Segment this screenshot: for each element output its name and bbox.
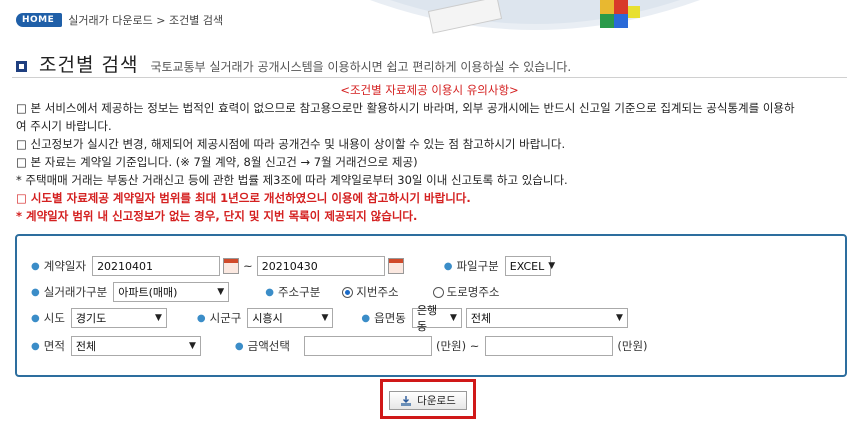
download-button[interactable]: 다운로드	[389, 391, 467, 410]
bullet-icon: ●	[265, 286, 274, 298]
chevron-down-icon: ▼	[321, 313, 329, 323]
bullet-icon: ●	[31, 340, 40, 352]
amount-from-input[interactable]	[303, 336, 432, 356]
page-subtitle: 국토교통부 실거래가 공개시스템을 이용하시면 쉽고 편리하게 이용하실 수 있…	[150, 60, 572, 74]
notice-line: □ 신고정보가 실시간 변경, 해제되어 제공시점에 따라 공개건수 및 내용이…	[16, 137, 566, 151]
address-radio-jibun[interactable]: 지번주소	[342, 284, 399, 300]
contract-date-label: 계약일자	[43, 259, 87, 273]
area-select[interactable]: 전체 ▼	[70, 336, 201, 356]
notice-line: 여 주시기 바랍니다.	[16, 119, 112, 133]
notice-heading: <조건별 자료제공 이용시 유의사항>	[340, 83, 519, 97]
row-contract-date: ● 계약일자 20210401 ~ 20210430 ● 파일구분 EXCEL …	[31, 256, 555, 276]
bullet-icon: ●	[31, 260, 40, 272]
bullet-icon: ●	[234, 340, 244, 352]
header-decoration-image	[370, 0, 700, 40]
download-button-label: 다운로드	[417, 395, 456, 407]
chevron-down-icon: ▼	[449, 313, 457, 323]
download-highlight-frame: 다운로드	[380, 379, 476, 419]
amount-label: 금액선택	[247, 339, 290, 353]
file-type-value: EXCEL	[509, 259, 545, 273]
notice-line-important: * 계약일자 범위 내 신고정보가 없는 경우, 단지 및 지번 목록이 제공되…	[16, 209, 418, 223]
date-from-input[interactable]: 20210401	[92, 256, 221, 276]
sigungu-select[interactable]: 시흥시 ▼	[247, 308, 334, 328]
row-region: ● 시도 경기도 ▼ ● 시군구 시흥시 ▼ ● 읍면동 은행동 ▼ 전체 ▼	[31, 304, 628, 333]
bullet-icon: ●	[443, 260, 453, 272]
sido-label: 시도	[43, 311, 65, 325]
title-divider	[12, 77, 847, 78]
chevron-down-icon: ▼	[548, 261, 556, 271]
bullet-icon: ●	[31, 286, 40, 298]
radio-selected-icon	[342, 286, 354, 298]
file-type-select[interactable]: EXCEL ▼	[504, 256, 555, 276]
notice-line: □ 본 서비스에서 제공하는 정보는 법적인 효력이 없으므로 참고용으로만 활…	[16, 101, 795, 115]
date-range-separator: ~	[243, 259, 253, 273]
address-option-jibun-label: 지번주소	[356, 285, 399, 299]
notice-line: □ 본 자료는 계약일 기준입니다. (※ 7월 계약, 8월 신고건 → 7월…	[16, 155, 418, 169]
title-row: 조건별 검색 국토교통부 실거래가 공개시스템을 이용하시면 쉽고 편리하게 이…	[16, 50, 571, 77]
notice-list: □ 본 서비스에서 제공하는 정보는 법적인 효력이 없으므로 참고용으로만 활…	[16, 99, 846, 225]
address-option-road-label: 도로명주소	[446, 285, 500, 299]
notice-line-important: □ 시도별 자료제공 계약일자 범위를 최대 1년으로 개선하였으니 이용에 참…	[16, 191, 471, 205]
chevron-down-icon: ▼	[188, 341, 196, 351]
address-type-label: 주소구분	[277, 285, 321, 299]
address-radio-road[interactable]: 도로명주소	[432, 284, 500, 300]
area-value: 전체	[75, 340, 97, 353]
chevron-down-icon: ▼	[217, 287, 225, 297]
calendar-icon[interactable]	[223, 258, 240, 274]
row-area-amount: ● 면적 전체 ▼ ● 금액선택 (만원) ~ (만원)	[31, 336, 648, 356]
eupmyeondong-select[interactable]: 은행동 ▼	[411, 304, 462, 333]
row-trade-type: ● 실거래가구분 아파트(매매) ▼ ● 주소구분 지번주소 도로명주소	[31, 282, 500, 302]
file-type-label: 파일구분	[456, 259, 499, 273]
area-label: 면적	[43, 339, 65, 353]
danji-select[interactable]: 전체 ▼	[465, 308, 628, 328]
title-marker-icon	[16, 61, 27, 72]
home-badge[interactable]: HOME	[16, 13, 63, 27]
amount-unit-to: (만원)	[617, 339, 648, 353]
radio-unselected-icon	[432, 286, 444, 298]
breadcrumb: HOME 실거래가 다운로드 > 조건별 검색	[16, 12, 223, 28]
sigungu-value: 시흥시	[252, 312, 283, 325]
search-panel: ● 계약일자 20210401 ~ 20210430 ● 파일구분 EXCEL …	[15, 234, 847, 377]
page-title: 조건별 검색	[39, 54, 139, 76]
amount-unit-from: (만원) ~	[435, 339, 480, 353]
eupmyeondong-label: 읍면동	[374, 311, 406, 325]
sigungu-label: 시군구	[209, 311, 242, 325]
breadcrumb-path: 실거래가 다운로드 > 조건별 검색	[68, 14, 224, 27]
danji-value: 전체	[470, 312, 492, 325]
trade-type-label: 실거래가구분	[43, 285, 108, 299]
sido-select[interactable]: 경기도 ▼	[70, 308, 167, 328]
chevron-down-icon: ▼	[154, 313, 162, 323]
bullet-icon: ●	[361, 312, 371, 324]
bullet-icon: ●	[31, 312, 40, 324]
download-icon	[400, 395, 412, 407]
amount-to-input[interactable]	[485, 336, 614, 356]
chevron-down-icon: ▼	[615, 313, 623, 323]
sido-value: 경기도	[75, 312, 107, 325]
trade-type-value: 아파트(매매)	[118, 286, 178, 299]
bullet-icon: ●	[196, 312, 206, 324]
eupmyeondong-value: 은행동	[416, 304, 438, 333]
notice-line: * 주택매매 거래는 부동산 거래신고 등에 관한 법률 제3조에 따라 계약일…	[16, 173, 568, 187]
trade-type-select[interactable]: 아파트(매매) ▼	[113, 282, 230, 302]
date-to-input[interactable]: 20210430	[256, 256, 385, 276]
calendar-icon[interactable]	[387, 258, 404, 274]
